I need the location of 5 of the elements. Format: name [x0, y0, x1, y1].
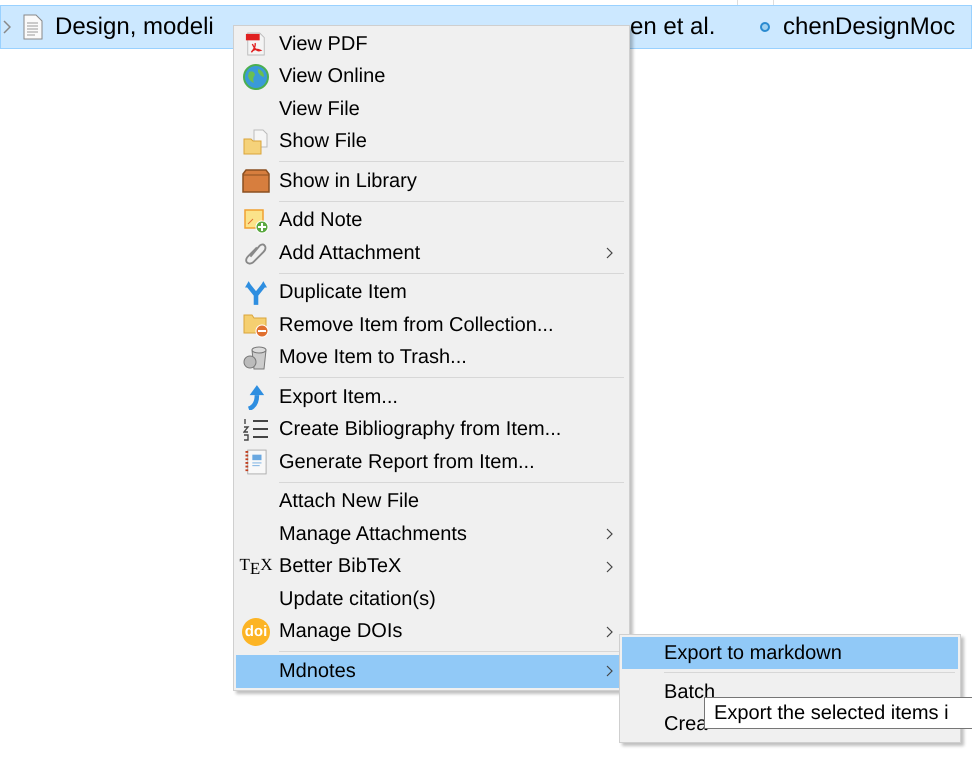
- doi-logo-icon: doi: [242, 618, 270, 646]
- citation-key: chenDesignMoc: [783, 13, 956, 41]
- item-creator: en et al.: [630, 13, 716, 41]
- item-title: Design, modeli: [55, 13, 215, 41]
- tooltip: Export the selected items i: [704, 697, 972, 729]
